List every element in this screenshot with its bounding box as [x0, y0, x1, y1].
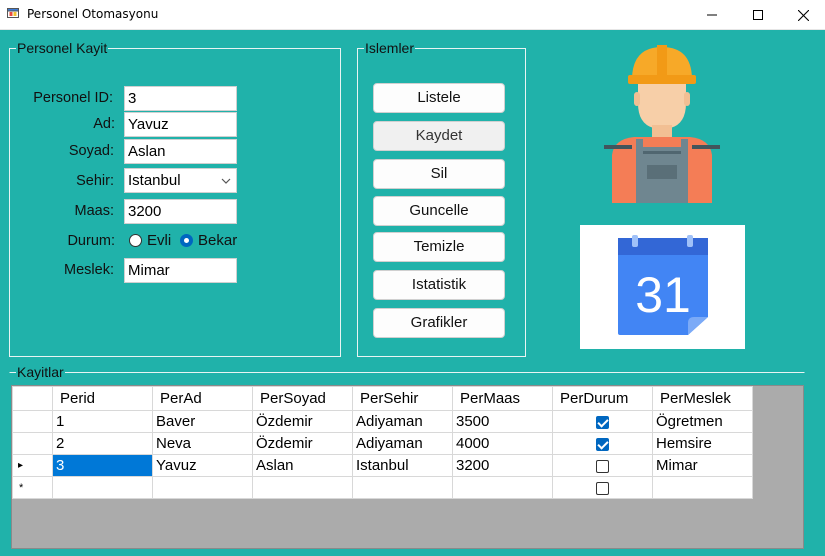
- cell-persehir[interactable]: Adiyaman: [352, 410, 453, 433]
- minimize-icon: [707, 14, 717, 16]
- row-header-corner: [12, 386, 53, 411]
- personel-id-label: Personel ID:: [33, 90, 113, 106]
- cell-empty[interactable]: [252, 476, 353, 499]
- meslek-field[interactable]: Mimar: [124, 258, 237, 283]
- durum-checkbox[interactable]: [596, 415, 609, 429]
- row-header[interactable]: [12, 432, 53, 455]
- cell-perid[interactable]: 2: [52, 432, 153, 455]
- cell-empty[interactable]: [652, 476, 753, 499]
- cell-perdurum[interactable]: [552, 432, 653, 455]
- column-header-perad[interactable]: PerAd: [152, 386, 253, 411]
- sehir-selected-value: Istanbul: [128, 172, 181, 189]
- cell-permaas[interactable]: 3200: [452, 454, 553, 477]
- table-row-new[interactable]: *: [12, 476, 753, 499]
- title-bar: Personel Otomasyonu: [0, 0, 825, 30]
- listele-button[interactable]: Listele: [373, 83, 505, 113]
- cell-empty[interactable]: [452, 476, 553, 499]
- durum-radio-evli[interactable]: Evli: [129, 232, 171, 249]
- cell-perdurum[interactable]: [552, 476, 653, 499]
- sil-button[interactable]: Sil: [373, 159, 505, 189]
- personel-kayit-legend: Personel Kayit: [17, 40, 108, 56]
- cell-permeslek[interactable]: Mimar: [652, 454, 753, 477]
- kaydet-button[interactable]: Kaydet: [373, 121, 505, 151]
- guncelle-button[interactable]: Guncelle: [373, 196, 505, 226]
- istatistik-button[interactable]: Istatistik: [373, 270, 505, 300]
- cell-perad[interactable]: Neva: [152, 432, 253, 455]
- column-header-perdurum[interactable]: PerDurum: [552, 386, 653, 411]
- cell-permaas[interactable]: 4000: [452, 432, 553, 455]
- durum-checkbox[interactable]: [596, 481, 609, 495]
- maximize-button[interactable]: [735, 0, 781, 30]
- cell-permeslek[interactable]: Hemsire: [652, 432, 753, 455]
- table-row[interactable]: 2 Neva Özdemir Adiyaman 4000 Hemsire: [12, 432, 753, 455]
- maas-field[interactable]: 3200: [124, 199, 237, 224]
- column-header-permeslek[interactable]: PerMeslek: [652, 386, 753, 411]
- soyad-label: Soyad:: [68, 143, 114, 159]
- window-title: Personel Otomasyonu: [27, 7, 159, 21]
- ad-label: Ad:: [93, 116, 115, 132]
- cell-persehir[interactable]: Istanbul: [352, 454, 453, 477]
- calendar-icon: 31: [618, 235, 708, 335]
- maas-label: Maas:: [74, 203, 115, 219]
- cell-perad[interactable]: Baver: [152, 410, 253, 433]
- cell-persoyad[interactable]: Özdemir: [252, 432, 353, 455]
- durum-checkbox[interactable]: [596, 459, 609, 473]
- durum-checkbox[interactable]: [596, 437, 609, 451]
- radio-evli-label: Evli: [147, 232, 172, 249]
- column-header-persoyad[interactable]: PerSoyad: [252, 386, 353, 411]
- cell-perid-selected[interactable]: 3: [52, 454, 153, 477]
- calendar-picture: 31: [580, 225, 745, 349]
- row-header-current[interactable]: ▸: [12, 454, 53, 477]
- cell-perdurum[interactable]: [552, 454, 653, 477]
- row-header[interactable]: [12, 410, 53, 433]
- table-row[interactable]: 1 Baver Özdemir Adiyaman 3500 Ögretmen: [12, 410, 753, 433]
- cell-perad[interactable]: Yavuz: [152, 454, 253, 477]
- header-row: Perid PerAd PerSoyad PerSehir PerMaas Pe…: [12, 386, 753, 411]
- cell-persoyad[interactable]: Özdemir: [252, 410, 353, 433]
- chevron-down-icon: [221, 178, 231, 184]
- records-table: Perid PerAd PerSoyad PerSehir PerMaas Pe…: [12, 386, 753, 499]
- table-row-current[interactable]: ▸ 3 Yavuz Aslan Istanbul 3200 Mimar: [12, 454, 753, 477]
- radio-evli-indicator: [129, 234, 142, 247]
- durum-label: Durum:: [67, 233, 115, 249]
- close-button[interactable]: [780, 0, 825, 30]
- new-row-star-icon: *: [19, 481, 24, 494]
- grafikler-button[interactable]: Grafikler: [373, 308, 505, 338]
- islemler-legend: Islemler: [365, 40, 415, 56]
- calendar-day-number: 31: [635, 267, 691, 323]
- column-header-permaas[interactable]: PerMaas: [452, 386, 553, 411]
- kayitlar-datagrid[interactable]: Perid PerAd PerSoyad PerSehir PerMaas Pe…: [11, 385, 804, 549]
- cell-permaas[interactable]: 3500: [452, 410, 553, 433]
- cell-perdurum[interactable]: [552, 410, 653, 433]
- column-header-perid[interactable]: Perid: [52, 386, 153, 411]
- row-header-new[interactable]: *: [12, 476, 53, 499]
- cell-permeslek[interactable]: Ögretmen: [652, 410, 753, 433]
- close-icon: [797, 9, 809, 21]
- kayitlar-legend: Kayitlar: [17, 364, 64, 380]
- durum-radio-bekar[interactable]: Bekar: [180, 232, 237, 249]
- column-header-persehir[interactable]: PerSehir: [352, 386, 453, 411]
- cell-empty[interactable]: [152, 476, 253, 499]
- cell-empty[interactable]: [52, 476, 153, 499]
- maximize-icon: [753, 10, 763, 20]
- current-row-arrow-icon: ▸: [18, 460, 24, 471]
- app-form-icon: [7, 8, 19, 18]
- radio-bekar-indicator: [180, 234, 193, 247]
- personel-id-field[interactable]: 3: [124, 86, 237, 111]
- cell-empty[interactable]: [352, 476, 453, 499]
- cell-persoyad[interactable]: Aslan: [252, 454, 353, 477]
- sehir-label: Sehir:: [76, 173, 114, 189]
- construction-worker-icon: [604, 45, 720, 203]
- meslek-label: Meslek:: [64, 262, 114, 278]
- temizle-button[interactable]: Temizle: [373, 232, 505, 262]
- cell-persehir[interactable]: Adiyaman: [352, 432, 453, 455]
- ad-field[interactable]: Yavuz: [124, 112, 237, 137]
- cell-perid[interactable]: 1: [52, 410, 153, 433]
- radio-bekar-label: Bekar: [198, 232, 238, 249]
- sehir-select[interactable]: Istanbul: [124, 168, 237, 193]
- minimize-button[interactable]: [689, 0, 735, 30]
- soyad-field[interactable]: Aslan: [124, 139, 237, 164]
